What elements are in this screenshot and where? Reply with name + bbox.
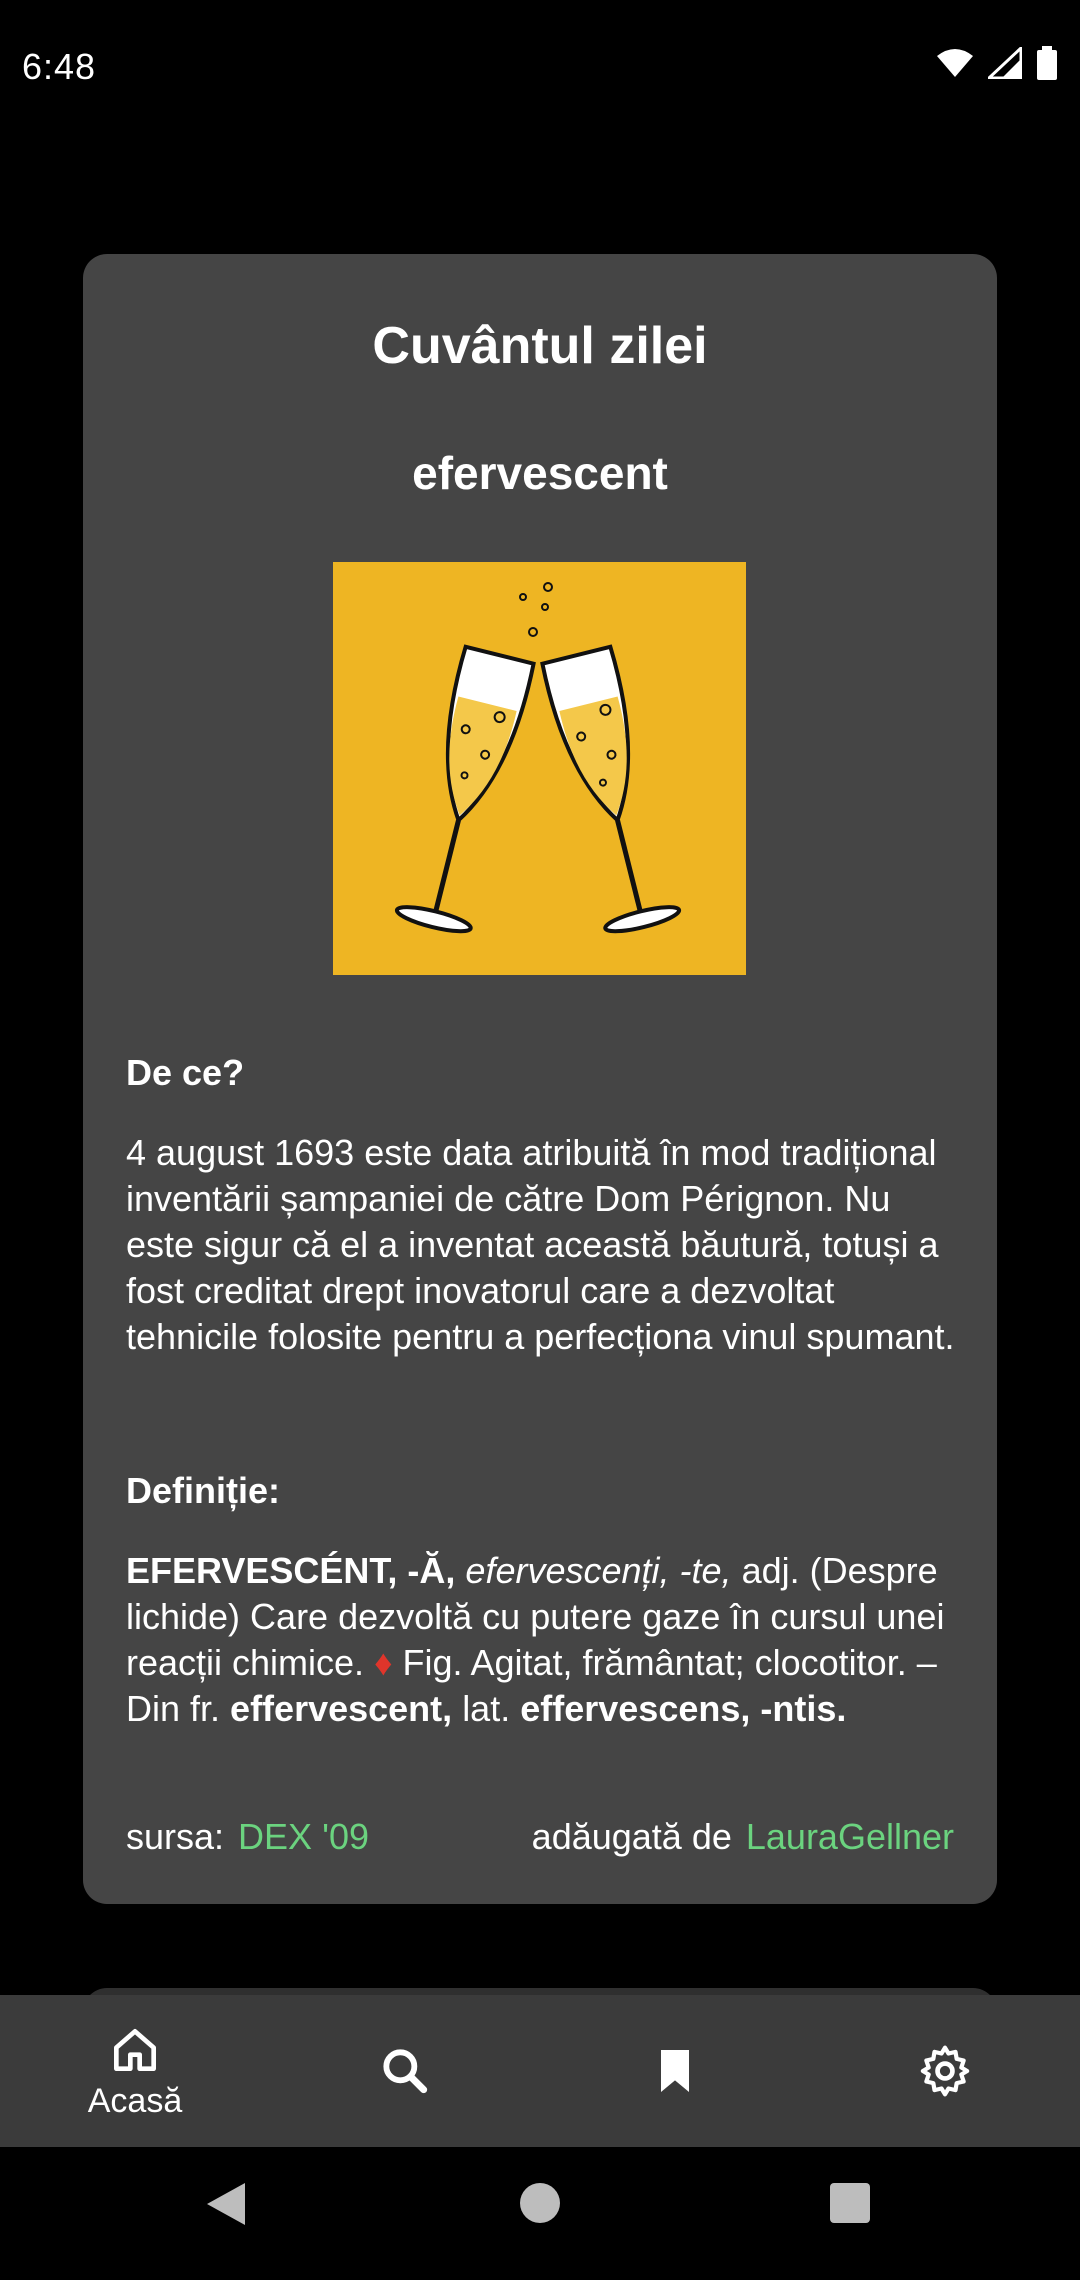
source-link[interactable]: DEX '09 — [238, 1816, 369, 1858]
why-text: 4 august 1693 este data atribuită în mod… — [126, 1132, 955, 1357]
status-icons — [936, 46, 1058, 80]
definition-etym1: effervescent, — [230, 1688, 453, 1729]
why-label: De ce? — [126, 1052, 245, 1093]
definition-headword: EFERVESCÉNT, -Ă, — [126, 1550, 456, 1591]
back-icon[interactable] — [205, 2181, 247, 2227]
definition-label: Definiție: — [126, 1470, 281, 1511]
champagne-image — [333, 562, 746, 975]
nav-search[interactable] — [270, 1995, 540, 2147]
search-icon — [383, 2049, 428, 2094]
bottom-nav: Acasă — [0, 1995, 1080, 2147]
battery-icon — [1037, 46, 1057, 80]
status-time: 6:48 — [22, 46, 97, 87]
card-footer: sursa: DEX '09 adăugată de LauraGellner — [126, 1816, 954, 1858]
home-circle-icon[interactable] — [518, 2181, 562, 2225]
nav-bookmarks[interactable] — [540, 1995, 810, 2147]
definition-text: EFERVESCÉNT, -Ă, efervescenți, -te, adj.… — [126, 1548, 959, 1732]
word-link[interactable]: efervescent — [83, 446, 997, 500]
definition-pos: adj. — [741, 1550, 800, 1591]
nav-settings[interactable] — [810, 1995, 1080, 2147]
author-link[interactable]: LauraGellner — [746, 1816, 954, 1858]
wifi-icon — [937, 49, 973, 77]
home-icon — [114, 2028, 157, 2071]
definition-forms: efervescenți, -te, — [465, 1550, 732, 1591]
definition-etym2: effervescens, -ntis. — [520, 1688, 847, 1729]
source-label: sursa: — [126, 1816, 225, 1857]
card-title: Cuvântul zilei — [372, 317, 708, 375]
recents-icon[interactable] — [828, 2181, 872, 2225]
word-of-day-card: Cuvântul zilei efervescent De ce? 4 augu… — [83, 254, 997, 1904]
added-by-label: adăugată de — [531, 1816, 732, 1857]
diamond-icon: ♦ — [374, 1642, 393, 1683]
settings-icon — [920, 2045, 970, 2097]
champagne-glasses-illustration — [394, 582, 682, 934]
nav-home[interactable]: Acasă — [0, 1995, 270, 2147]
definition-lat: lat. — [462, 1688, 511, 1729]
system-nav-bar — [0, 2147, 1080, 2280]
status-bar: 6:48 — [0, 0, 1080, 140]
bookmark-icon — [661, 2050, 689, 2092]
signal-icon — [988, 47, 1022, 79]
nav-home-label: Acasă — [87, 2081, 183, 2120]
